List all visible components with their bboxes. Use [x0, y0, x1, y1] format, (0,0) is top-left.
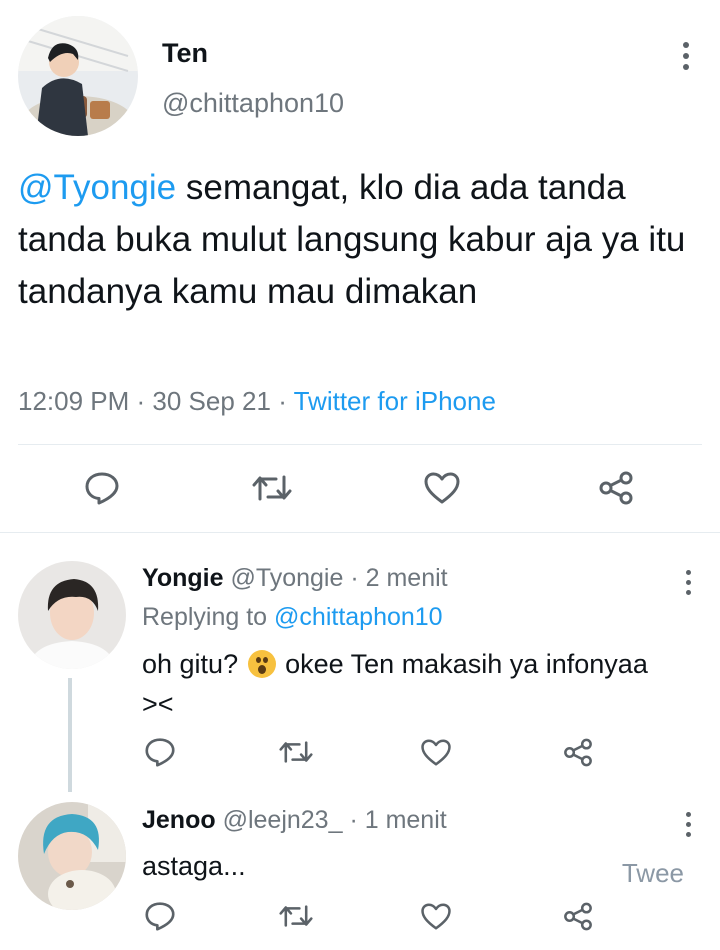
meta-separator: · [343, 564, 366, 592]
meta-separator: · [270, 386, 294, 416]
more-icon[interactable] [683, 42, 691, 75]
reply-author-handle[interactable]: @Tyongie [230, 564, 343, 592]
tweet-time: 12:09 PM [18, 386, 130, 416]
retweet-button[interactable] [278, 900, 314, 932]
reply-header: Jenoo @leejn23_ · 1 menit [142, 806, 447, 835]
like-icon [421, 738, 451, 766]
tweet-text: @Tyongie semangat, klo dia ada tanda tan… [18, 162, 708, 318]
astonished-face-icon [247, 650, 276, 678]
reply-button[interactable] [82, 470, 122, 506]
reply-author-name[interactable]: Yongie [142, 564, 223, 592]
reply-author-handle[interactable]: @leejn23_ [223, 806, 343, 834]
reply-author-name[interactable]: Jenoo [142, 806, 216, 834]
like-button[interactable] [418, 900, 454, 932]
like-button[interactable] [422, 470, 462, 506]
meta-separator: · [342, 806, 365, 834]
divider [18, 444, 702, 445]
reply-avatar[interactable] [18, 561, 126, 669]
retweet-icon [279, 741, 313, 763]
share-icon [599, 471, 633, 505]
reply-text: astaga... [142, 851, 246, 881]
reply-header: Yongie @Tyongie · 2 menit [142, 564, 448, 593]
reply-avatar[interactable] [18, 802, 126, 910]
tweet-date: 30 Sep 21 [152, 386, 271, 416]
divider [0, 532, 720, 533]
share-icon [564, 902, 592, 930]
share-button[interactable] [560, 900, 596, 932]
compose-tweet-button[interactable]: Twee [622, 858, 684, 889]
thread-line [68, 678, 72, 792]
retweet-icon [252, 475, 292, 501]
like-icon [421, 902, 451, 930]
replying-prefix: Replying to [142, 603, 275, 631]
reply-button[interactable] [142, 736, 178, 768]
share-icon [564, 738, 592, 766]
reply-icon [85, 472, 119, 505]
reply-icon [145, 902, 175, 931]
mention-link[interactable]: @Tyongie [18, 168, 176, 207]
replying-to: Replying to @chittaphon10 [142, 603, 443, 632]
like-icon [424, 472, 460, 504]
retweet-icon [279, 905, 313, 927]
reply-icon [145, 738, 175, 767]
reply-text-part: oh gitu? [142, 649, 246, 679]
author-avatar[interactable] [18, 16, 138, 136]
reply-time: 1 menit [364, 806, 447, 834]
reply-time: 2 menit [365, 564, 448, 592]
reply-button[interactable] [142, 900, 178, 932]
more-icon[interactable] [686, 812, 694, 842]
retweet-button[interactable] [278, 736, 314, 768]
more-icon[interactable] [686, 570, 694, 600]
author-name[interactable]: Ten [162, 38, 208, 69]
like-button[interactable] [418, 736, 454, 768]
reply-text: oh gitu? okee Ten makasih ya infonyaa >< [142, 644, 662, 724]
share-button[interactable] [596, 470, 636, 506]
tweet-meta: 12:09 PM · 30 Sep 21 · Twitter for iPhon… [18, 386, 496, 417]
share-button[interactable] [560, 736, 596, 768]
replying-to-link[interactable]: @chittaphon10 [274, 603, 443, 631]
tweet-source-link[interactable]: Twitter for iPhone [294, 386, 496, 416]
author-handle[interactable]: @chittaphon10 [162, 88, 344, 119]
retweet-button[interactable] [252, 470, 292, 506]
meta-separator: · [129, 386, 153, 416]
